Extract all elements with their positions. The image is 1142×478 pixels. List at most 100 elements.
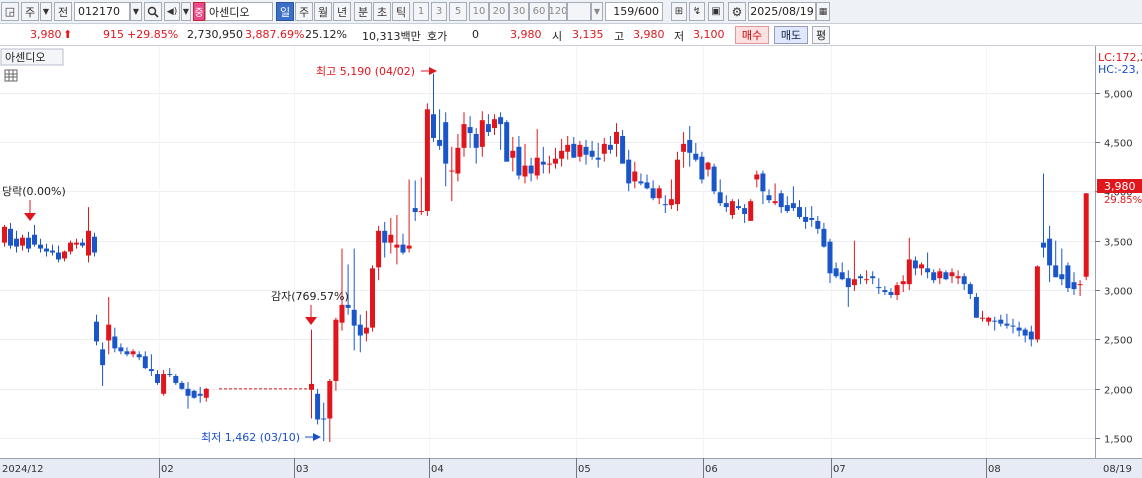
period-minute-label: 분 <box>357 5 369 19</box>
candle-body <box>614 132 619 144</box>
candle-body <box>705 162 711 170</box>
avg-button[interactable]: 평 <box>812 26 830 44</box>
interval-5-button[interactable]: 5 <box>449 2 467 21</box>
period-minute-button[interactable]: 분 <box>354 2 372 21</box>
date-field[interactable]: 2025/08/19 <box>748 2 816 21</box>
period-type-select[interactable]: 주 <box>21 2 39 21</box>
candle-body <box>943 272 949 280</box>
hc-label: HC:-23, <box>1098 63 1139 76</box>
candle-body <box>1016 327 1022 331</box>
interval-10-button[interactable]: 10 <box>469 2 489 21</box>
interval-20-label: 20 <box>492 6 506 17</box>
period-month-button[interactable]: 월 <box>314 2 332 21</box>
stock-code-input[interactable]: 012170 <box>74 2 130 21</box>
candle-body <box>197 393 203 396</box>
period-tick-button[interactable]: 틱 <box>392 2 410 21</box>
candle-body <box>754 174 760 180</box>
candle-body <box>424 109 430 212</box>
period-week-button[interactable]: 주 <box>295 2 313 21</box>
quote-label: 호가 <box>427 30 448 43</box>
period-second-button[interactable]: 초 <box>373 2 391 21</box>
current-price: 3,980 <box>30 28 62 41</box>
low-annotation-label: 최저 1,462 (03/10) <box>201 431 300 444</box>
candle-body <box>821 228 827 247</box>
grid-toggle-icon[interactable] <box>4 69 18 82</box>
candle-body <box>80 242 85 246</box>
interval-dropdown-icon[interactable]: ▼ <box>591 2 603 21</box>
candle-body <box>136 354 142 358</box>
candle-body <box>130 351 136 355</box>
stock-name-field[interactable]: 아센디오 <box>205 2 273 21</box>
low-value: 3,100 <box>693 28 725 41</box>
save-icon[interactable]: ▣ <box>708 2 724 21</box>
candle-body <box>766 195 772 201</box>
candle-body <box>589 150 595 157</box>
chart-add-icon[interactable]: ⊞ <box>671 2 687 21</box>
candle-body <box>760 173 766 192</box>
interval-3-button[interactable]: 3 <box>431 2 447 21</box>
speaker-dropdown-icon[interactable]: ▼ <box>181 2 191 21</box>
candle-body <box>742 208 748 215</box>
gear-icon[interactable]: ⚙ <box>728 2 746 21</box>
candle-body <box>1034 266 1040 340</box>
candle-body <box>815 220 821 229</box>
candle-body <box>492 119 497 129</box>
period-week-label: 주 <box>298 5 310 19</box>
period-day-button[interactable]: 일 <box>276 2 294 21</box>
candle-body <box>26 237 31 249</box>
candle-body <box>443 122 449 164</box>
candle-body <box>620 135 626 164</box>
candle-body <box>937 271 943 279</box>
candle-body <box>351 309 357 326</box>
candle-body <box>161 374 167 394</box>
candle-body <box>461 124 467 148</box>
candle-body <box>662 204 668 206</box>
y-tick-label: 4,500 <box>1104 139 1133 150</box>
period-day-label: 일 <box>279 5 291 19</box>
page-count-field[interactable]: 159/600 <box>605 2 663 21</box>
code-dropdown-icon[interactable]: ▼ <box>130 2 142 21</box>
interval-60-button[interactable]: 60 <box>529 2 549 21</box>
candle-body <box>1010 325 1016 327</box>
candle-body <box>809 217 815 220</box>
candle-body <box>723 203 729 208</box>
prev-button[interactable]: 전 <box>54 2 72 21</box>
high-label: 고 <box>614 30 625 43</box>
chevron-down-icon[interactable]: ▼ <box>40 2 52 21</box>
speaker-icon[interactable]: ◀) <box>164 2 180 21</box>
calendar-icon[interactable]: ▦ <box>816 2 830 21</box>
interval-20-button[interactable]: 20 <box>489 2 509 21</box>
open-value: 3,135 <box>572 28 604 41</box>
candle-body <box>797 207 802 217</box>
period-year-label: 년 <box>336 5 348 19</box>
candle-body <box>784 205 790 212</box>
period-type-label: 주 <box>24 5 36 19</box>
screen-link-icon[interactable]: ◲ <box>1 2 19 21</box>
custom-interval-input[interactable] <box>567 2 591 21</box>
x-tick-label: 2024/12 <box>2 464 44 475</box>
page-count-value: 159/600 <box>613 5 659 18</box>
interval-1-button[interactable]: 1 <box>413 2 429 21</box>
candle-body <box>528 165 534 174</box>
candle-body <box>681 143 687 152</box>
chart-tool-icon[interactable]: ↯ <box>689 2 705 21</box>
buy-button[interactable]: 매수 <box>735 26 769 44</box>
candlestick-chart[interactable]: 1,5002,0002,5003,0003,5004,0004,5005,000… <box>0 46 1142 478</box>
info-bar: 3,980 ⬆ 915 +29.85% 2,730,950 3,887.69% … <box>0 24 1142 46</box>
search-icon[interactable] <box>144 2 162 21</box>
candle-body <box>919 264 924 269</box>
candle-body <box>467 127 473 134</box>
candle-body <box>321 418 327 420</box>
candle-body <box>961 276 967 285</box>
sell-button[interactable]: 매도 <box>774 26 808 44</box>
interval-120-button[interactable]: 120 <box>549 2 567 21</box>
candle-body <box>827 241 833 274</box>
candle-body <box>32 234 37 245</box>
candle-body <box>577 144 583 157</box>
candle-body <box>363 327 369 334</box>
candle-body <box>309 383 314 390</box>
interval-30-button[interactable]: 30 <box>509 2 529 21</box>
high-annotation-label: 최고 5,190 (04/02) <box>316 65 415 78</box>
panel-title: 아센디오 <box>5 51 45 64</box>
period-year-button[interactable]: 년 <box>333 2 351 21</box>
